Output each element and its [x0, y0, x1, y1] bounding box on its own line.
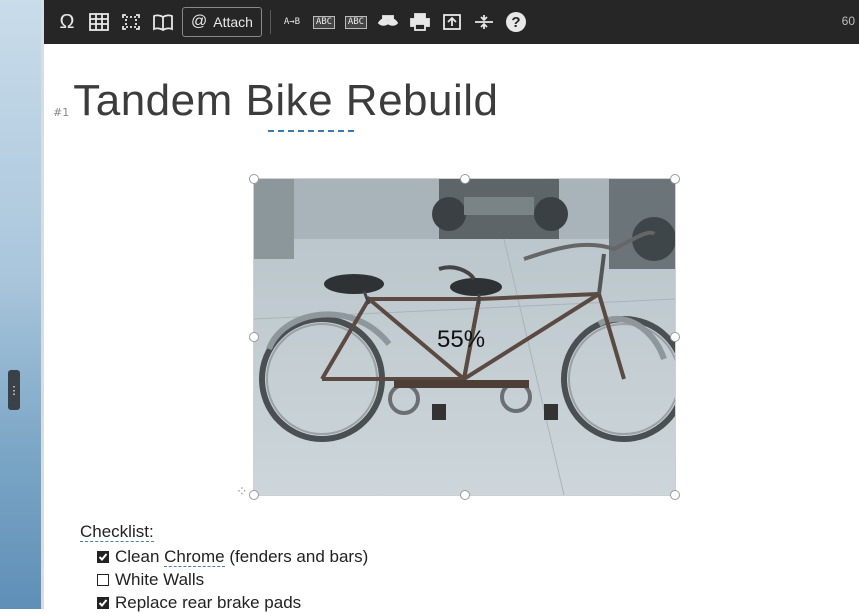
label-part: Clean — [115, 547, 165, 566]
note-page[interactable]: #1 Tandem Bike Rebuild 55% ⁘ Checklist: … — [47, 44, 859, 612]
mustache-icon[interactable] — [375, 8, 401, 36]
spell-check-icon[interactable]: ABC — [343, 8, 369, 36]
spell-check-label: ABC — [344, 15, 368, 29]
spelling-dictionary-icon[interactable]: ABC — [311, 8, 337, 36]
export-icon[interactable] — [439, 8, 465, 36]
spell-dict-label: ABC — [312, 15, 336, 29]
label-part-misspelled: Chrome — [164, 547, 225, 567]
editor-toolbar: Ω @ Attach A→B ABC ABC ? 60 — [44, 0, 859, 44]
spelling-underline — [268, 130, 354, 132]
resize-handle-left[interactable] — [249, 332, 259, 342]
checklist-item: White Walls — [97, 570, 204, 590]
title-block: #1 Tandem Bike Rebuild — [53, 76, 499, 126]
resize-handle-bottom[interactable] — [460, 490, 470, 500]
resize-handle-right[interactable] — [670, 332, 680, 342]
resize-handle-top[interactable] — [460, 174, 470, 184]
page-title[interactable]: Tandem Bike Rebuild — [73, 76, 498, 126]
checklist-item: Replace rear brake pads — [97, 593, 301, 613]
help-icon[interactable]: ? — [503, 8, 529, 36]
checklist-item: Clean Chrome (fenders and bars) — [97, 547, 368, 567]
book-icon[interactable] — [150, 8, 176, 36]
toolbar-divider — [269, 10, 271, 34]
sort-label: A→B — [283, 16, 301, 27]
window-drag-handle[interactable]: ⋮ — [8, 370, 20, 410]
checklist-title: Checklist: — [80, 522, 154, 542]
checklist-item-label[interactable]: Clean Chrome (fenders and bars) — [115, 547, 368, 567]
svg-text:?: ? — [511, 14, 520, 31]
checkbox-checked[interactable] — [97, 551, 109, 563]
insert-table-icon[interactable] — [86, 8, 112, 36]
paperclip-icon: @ — [191, 13, 208, 30]
heading-level-marker: #1 — [53, 106, 70, 119]
collapse-icon[interactable] — [471, 8, 497, 36]
attach-label: Attach — [213, 14, 253, 30]
bike-photo[interactable]: 55% ⁘ — [236, 174, 680, 500]
print-icon[interactable] — [407, 8, 433, 36]
resize-handle-top-left[interactable] — [249, 174, 259, 184]
resize-handle-bottom-left[interactable] — [249, 490, 259, 500]
checklist-item-label[interactable]: Replace rear brake pads — [115, 593, 301, 613]
toolbar-right-text: 60 — [841, 14, 855, 28]
attach-button[interactable]: @ Attach — [182, 7, 262, 37]
label-part: (fenders and bars) — [224, 547, 369, 566]
checklist-heading: Checklist: — [80, 522, 154, 542]
move-grip-icon[interactable]: ⁘ — [236, 483, 248, 500]
resize-handle-bottom-right[interactable] — [670, 490, 680, 500]
zoom-percent: 55% — [437, 326, 486, 353]
checkbox-unchecked[interactable] — [97, 574, 109, 586]
sort-icon[interactable]: A→B — [279, 8, 305, 36]
omega-special-character-icon[interactable]: Ω — [54, 8, 80, 36]
desktop-background: ⋮ — [0, 0, 44, 609]
checklist-item-label[interactable]: White Walls — [115, 570, 204, 590]
screen-clipping-icon[interactable] — [118, 8, 144, 36]
checkbox-checked[interactable] — [97, 597, 109, 609]
resize-handle-top-right[interactable] — [670, 174, 680, 184]
